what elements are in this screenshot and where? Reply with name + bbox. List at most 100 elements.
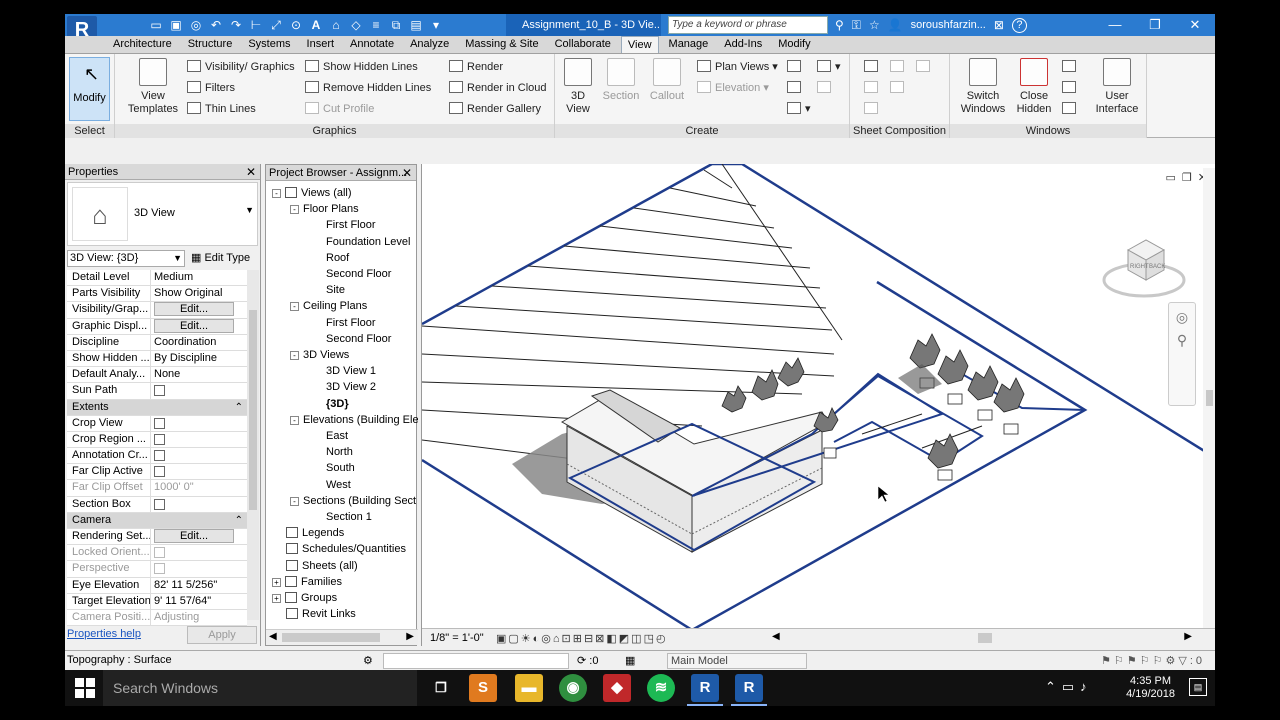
user-name[interactable]: soroushfarzin...: [911, 19, 986, 31]
customize-icon[interactable]: ▾: [429, 18, 443, 32]
edit-type-button[interactable]: ▦ Edit Type: [191, 250, 250, 266]
legends-button[interactable]: ▾: [787, 100, 811, 118]
property-value[interactable]: [151, 416, 247, 431]
tab-collaborate[interactable]: Collaborate: [549, 36, 617, 53]
sketchup-icon[interactable]: ◆: [603, 674, 631, 702]
property-value[interactable]: Show Original: [151, 286, 247, 301]
task-view-icon[interactable]: ❐: [427, 674, 455, 702]
property-checkbox[interactable]: [154, 466, 165, 478]
minimize-icon[interactable]: —: [1095, 14, 1135, 36]
close-windows-icon[interactable]: ⧉: [389, 18, 403, 32]
property-value[interactable]: Edit...: [151, 302, 247, 317]
restore-icon[interactable]: ❐: [1135, 14, 1175, 36]
tab-modify[interactable]: Modify: [772, 36, 816, 53]
close-hidden-button[interactable]: Close Hidden: [1012, 58, 1056, 116]
design-options-icon[interactable]: ▦: [625, 654, 635, 667]
windows-start-icon[interactable]: [75, 678, 95, 698]
type-selector[interactable]: ⌂ 3D View ▼: [67, 182, 258, 246]
elevation-button[interactable]: Elevation ▾: [697, 79, 769, 97]
workset-select[interactable]: [383, 653, 569, 669]
3d-viewport[interactable]: RIGHT BACK ◎ ⚲ ▭ ❐ ✕ 1/8" = 1'-0" ▣▢☀◐◎⌂…: [421, 164, 1215, 646]
user-interface-button[interactable]: User Interface: [1090, 58, 1144, 116]
duplicate-view-button[interactable]: [787, 79, 805, 97]
chevron-down-icon[interactable]: ▼: [245, 205, 254, 215]
user-icon[interactable]: 👤: [888, 18, 903, 32]
view-control-icons[interactable]: ▣▢☀◐◎⌂⊡⊞⊟⊠◧◩◫◳◴: [496, 632, 668, 645]
matchline-button[interactable]: [916, 58, 934, 76]
collapse-group-icon[interactable]: ⌃: [235, 400, 243, 415]
render-cloud-button[interactable]: Render in Cloud: [449, 79, 547, 97]
property-value[interactable]: Medium: [151, 270, 247, 285]
default-3d-icon[interactable]: ⌂: [329, 18, 343, 32]
browser-category[interactable]: Schedules/Quantities: [286, 541, 406, 557]
property-checkbox[interactable]: [154, 450, 165, 462]
file-explorer-icon[interactable]: ▬: [515, 674, 543, 702]
browser-view-item[interactable]: East: [326, 428, 348, 444]
browser-view-item[interactable]: First Floor: [326, 315, 376, 331]
view-templates-button[interactable]: View Templates: [123, 58, 183, 116]
expand-icon[interactable]: +: [272, 594, 281, 603]
tab-insert[interactable]: Insert: [301, 36, 341, 53]
viewcube[interactable]: RIGHT BACK: [1102, 222, 1186, 302]
exchange-icon[interactable]: ⊠: [994, 18, 1004, 32]
property-value[interactable]: 9' 11 57/64": [151, 594, 247, 609]
tab-systems[interactable]: Systems: [242, 36, 296, 53]
spotify-icon[interactable]: ≋: [647, 674, 675, 702]
show-hidden-lines-button[interactable]: Show Hidden Lines: [305, 58, 418, 76]
browser-view-item[interactable]: Second Floor: [326, 266, 391, 282]
instance-filter-select[interactable]: 3D View: {3D} ▼: [67, 250, 185, 267]
property-value[interactable]: By Discipline: [151, 351, 247, 366]
cascade-button[interactable]: [1062, 79, 1080, 97]
collapse-icon[interactable]: -: [290, 415, 299, 425]
remove-hidden-lines-button[interactable]: Remove Hidden Lines: [305, 79, 431, 97]
browser-view-item[interactable]: North: [326, 444, 353, 460]
worksets-icon[interactable]: ⚙: [363, 654, 373, 667]
selection-toggles[interactable]: ⚑⚐⚑⚐⚐⚙▽:0: [1101, 654, 1205, 667]
clock[interactable]: 4:35 PM 4/19/2018: [1126, 675, 1175, 701]
browser-category[interactable]: Sheets (all): [286, 558, 358, 574]
browser-view-item[interactable]: {3D}: [326, 396, 349, 412]
browser-category[interactable]: + Families: [272, 574, 342, 590]
tab-view[interactable]: View: [620, 36, 659, 53]
viewport-restore-icon[interactable]: ❐: [1182, 171, 1192, 184]
browser-category[interactable]: - Floor Plans: [290, 201, 359, 217]
browser-category[interactable]: Legends: [286, 525, 344, 541]
close-browser-icon[interactable]: ✕: [402, 165, 412, 181]
browser-category[interactable]: - Ceiling Plans: [290, 298, 367, 314]
edit-button[interactable]: Edit...: [154, 318, 234, 333]
browser-view-item[interactable]: 3D View 1: [326, 363, 376, 379]
viewport-minimize-icon[interactable]: ▭: [1166, 171, 1176, 184]
browser-view-item[interactable]: Section 1: [326, 509, 372, 525]
text-icon[interactable]: A: [309, 18, 323, 32]
property-value[interactable]: 82' 11 5/256": [151, 578, 247, 593]
sublime-icon[interactable]: S: [469, 674, 497, 702]
switch-windows-icon[interactable]: ▤: [409, 18, 423, 32]
collapse-icon[interactable]: -: [272, 189, 281, 198]
switch-windows-button[interactable]: Switch Windows: [960, 58, 1006, 116]
tab-massing-site[interactable]: Massing & Site: [459, 36, 544, 53]
render-button[interactable]: Render: [449, 58, 503, 76]
tab-add-ins[interactable]: Add-Ins: [718, 36, 768, 53]
property-value[interactable]: Coordination: [151, 335, 247, 350]
tab-analyze[interactable]: Analyze: [404, 36, 455, 53]
property-checkbox[interactable]: [154, 417, 165, 429]
revit-taskbar-icon-2[interactable]: R: [731, 674, 767, 706]
browser-category[interactable]: - Views (all): [272, 185, 352, 201]
browser-category[interactable]: - Sections (Building Sect: [290, 493, 416, 509]
browser-category[interactable]: - Elevations (Building Ele: [290, 412, 418, 428]
help-icon[interactable]: ?: [1011, 17, 1027, 33]
edit-button[interactable]: Edit...: [154, 302, 234, 317]
close-properties-icon[interactable]: ✕: [246, 164, 256, 180]
dimension-icon[interactable]: ⤢: [269, 18, 283, 32]
subscription-icon[interactable]: ⚿: [852, 18, 861, 33]
zoom-icon[interactable]: ⚲: [1169, 332, 1195, 349]
sync-icon[interactable]: ◎: [189, 18, 203, 32]
place-view-button[interactable]: [864, 79, 882, 97]
property-value[interactable]: [151, 432, 247, 447]
property-value[interactable]: [151, 448, 247, 463]
property-group-header[interactable]: Extents ⌃: [67, 399, 247, 416]
taskbar-search[interactable]: Search Windows: [103, 670, 417, 706]
browser-view-item[interactable]: First Floor: [326, 217, 376, 233]
3d-view-button[interactable]: 3D View: [561, 58, 595, 116]
tab-annotate[interactable]: Annotate: [344, 36, 400, 53]
